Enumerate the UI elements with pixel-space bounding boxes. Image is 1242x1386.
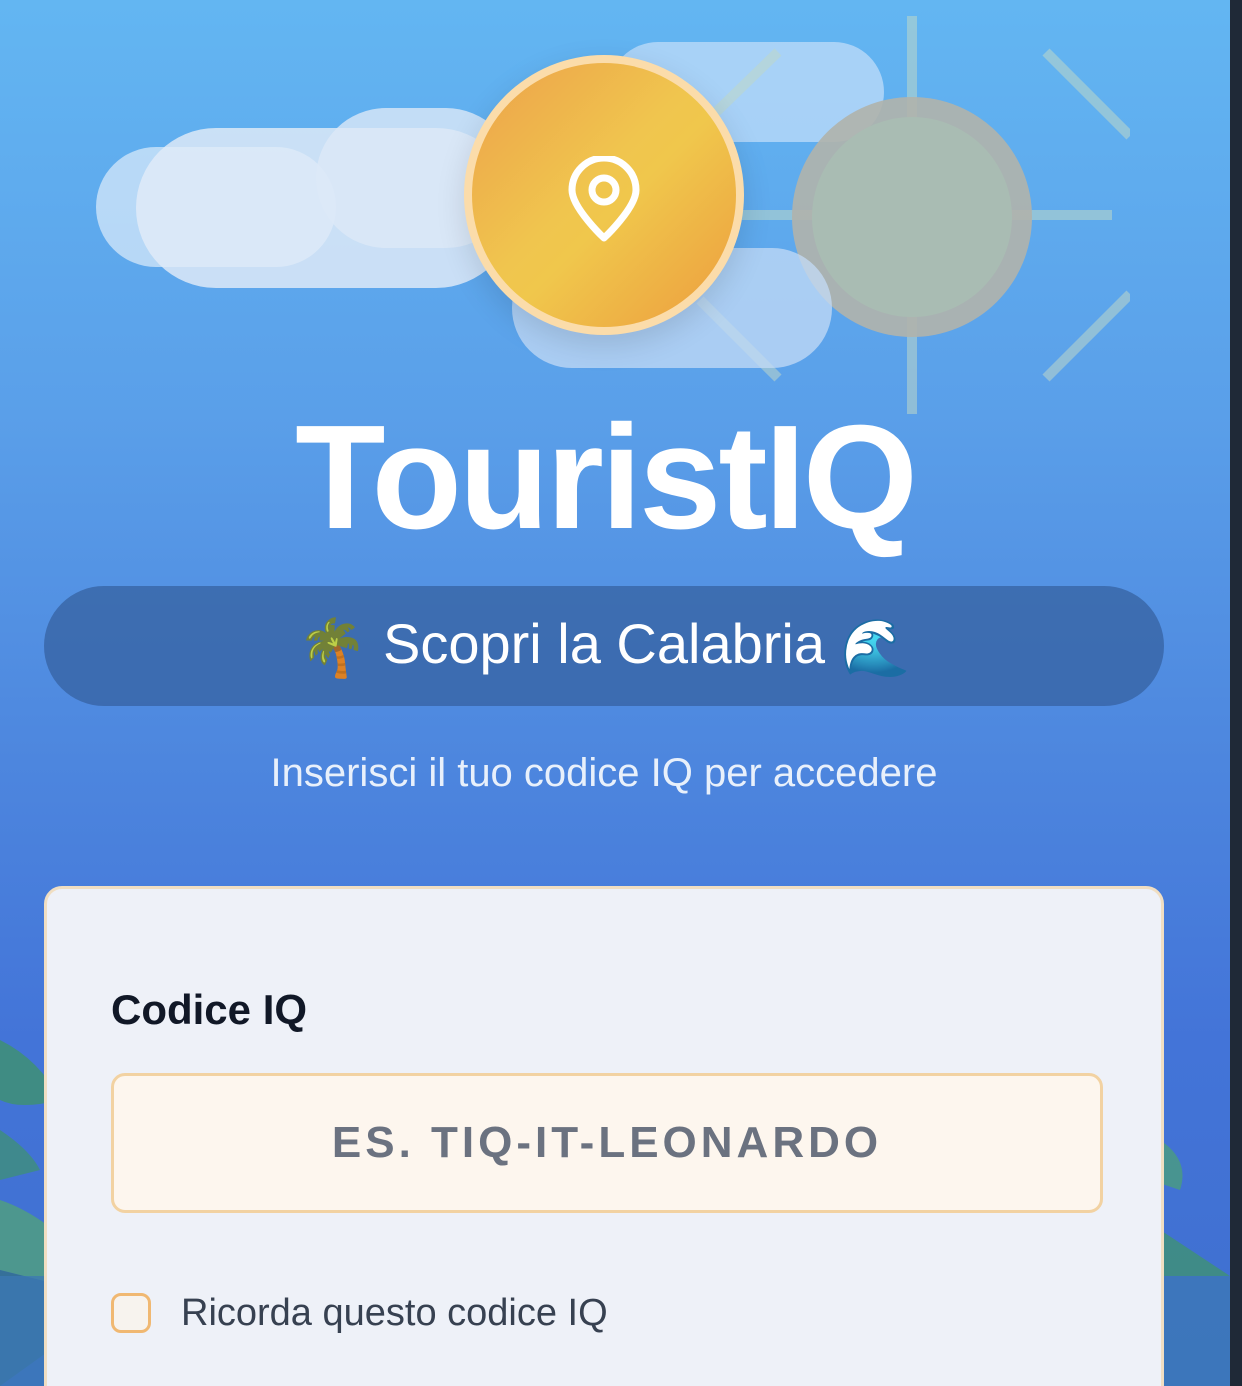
- tagline: 🌴 Scopri la Calabria 🌊: [298, 609, 911, 683]
- remember-code-checkbox[interactable]: [111, 1293, 151, 1333]
- tagline-text: Scopri la Calabria: [383, 611, 825, 675]
- login-card: Codice IQ Ricorda questo codice IQ: [44, 886, 1164, 1386]
- login-instructions: Inserisci il tuo codice IQ per accedere: [270, 751, 938, 795]
- login-screen: TouristIQ 🌴 Scopri la Calabria 🌊 Inseris…: [0, 0, 1230, 1386]
- wave-icon: 🌊: [840, 616, 911, 680]
- palm-tree-icon: 🌴: [297, 616, 368, 680]
- remember-code-row[interactable]: Ricorda questo codice IQ: [111, 1289, 608, 1337]
- window-edge: [1230, 0, 1242, 1386]
- code-field-label: Codice IQ: [111, 986, 308, 1033]
- tagline-pill: 🌴 Scopri la Calabria 🌊: [44, 586, 1164, 706]
- remember-code-label[interactable]: Ricorda questo codice IQ: [181, 1289, 608, 1337]
- app-title: TouristIQ: [295, 395, 918, 560]
- map-pin-icon: [568, 156, 640, 242]
- iq-code-input[interactable]: [111, 1073, 1103, 1213]
- sun-core-decoration: [812, 117, 1012, 317]
